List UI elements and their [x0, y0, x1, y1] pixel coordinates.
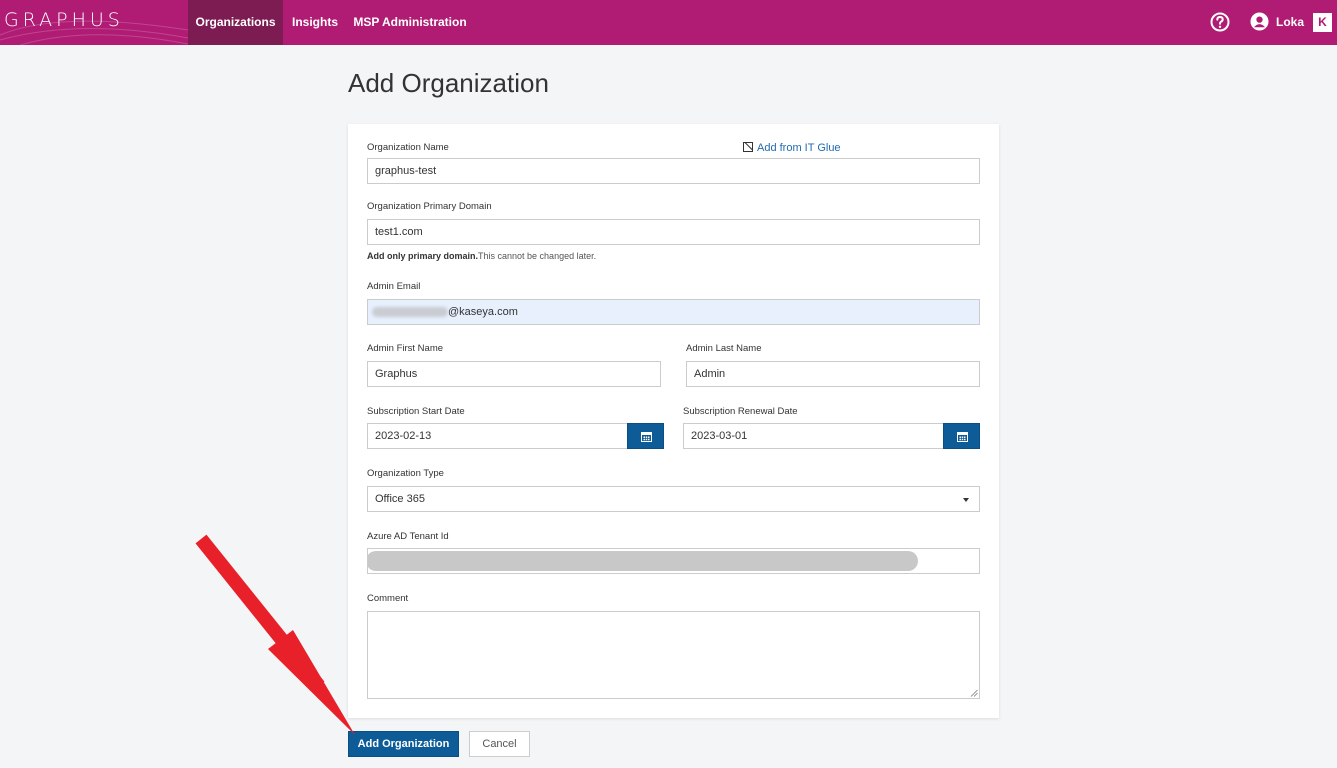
primary-domain-label: Organization Primary Domain: [367, 201, 492, 212]
sub-renewal-calendar-button[interactable]: [943, 423, 980, 449]
sub-start-input[interactable]: 2023-02-13: [367, 423, 628, 449]
add-organization-button[interactable]: Add Organization: [348, 731, 459, 757]
org-type-select[interactable]: Office 365: [367, 486, 980, 512]
nav-msp-administration[interactable]: MSP Administration: [349, 0, 471, 45]
azure-tenant-label: Azure AD Tenant Id: [367, 531, 449, 542]
org-type-label: Organization Type: [367, 468, 444, 479]
add-from-itglue-text: Add from IT Glue: [757, 142, 841, 154]
brand-icon-text: K: [1318, 15, 1327, 29]
admin-email-label: Admin Email: [367, 281, 421, 292]
help-icon[interactable]: [1210, 12, 1230, 32]
add-from-itglue-link[interactable]: Add from IT Glue: [743, 141, 841, 154]
sub-renewal-input[interactable]: 2023-03-01: [683, 423, 944, 449]
logo-text: GRAPHUS: [4, 9, 124, 31]
comment-textarea[interactable]: [367, 611, 980, 699]
primary-domain-help: Add only primary domain.This cannot be c…: [367, 251, 596, 261]
page-title: Add Organization: [348, 68, 549, 98]
azure-tenant-input[interactable]: [367, 548, 980, 574]
kaseya-logo-icon[interactable]: K: [1313, 13, 1332, 32]
primary-domain-help-bold: Add only primary domain.: [367, 251, 479, 261]
user-icon[interactable]: [1250, 12, 1269, 31]
admin-last-name-label: Admin Last Name: [686, 343, 762, 354]
primary-domain-input[interactable]: test1.com: [367, 219, 980, 245]
calendar-icon: [957, 432, 968, 442]
cancel-button[interactable]: Cancel: [469, 731, 530, 757]
nav-organizations[interactable]: Organizations: [188, 0, 283, 45]
top-nav-bar: GRAPHUS Organizations Insights MSP Admin…: [0, 0, 1337, 45]
itglue-icon: [743, 142, 753, 152]
graphus-logo[interactable]: GRAPHUS: [0, 0, 188, 45]
admin-email-domain: @kaseya.com: [448, 306, 518, 318]
caret-down-icon: [963, 498, 969, 502]
org-type-value: Office 365: [375, 493, 425, 505]
add-organization-form: Organization Name Add from IT Glue graph…: [348, 124, 999, 718]
sub-start-calendar-button[interactable]: [627, 423, 664, 449]
org-name-label: Organization Name: [367, 142, 449, 153]
comment-label: Comment: [367, 593, 409, 604]
calendar-icon: [641, 432, 652, 442]
nav-insights[interactable]: Insights: [283, 0, 347, 45]
resize-grip-icon[interactable]: [970, 689, 978, 697]
primary-domain-help-rest: This cannot be changed later.: [478, 251, 597, 261]
admin-email-input[interactable]: @kaseya.com: [367, 299, 980, 325]
admin-first-name-input[interactable]: Graphus: [367, 361, 661, 387]
admin-last-name-input[interactable]: Admin: [686, 361, 980, 387]
redacted-email-prefix: [372, 307, 448, 317]
sub-start-label: Subscription Start Date: [367, 406, 465, 417]
user-name[interactable]: Loka: [1276, 15, 1304, 29]
redacted-tenant-id: [368, 551, 918, 571]
org-name-input[interactable]: graphus-test: [367, 158, 980, 184]
admin-first-name-label: Admin First Name: [367, 343, 444, 354]
sub-renewal-label: Subscription Renewal Date: [683, 406, 798, 417]
